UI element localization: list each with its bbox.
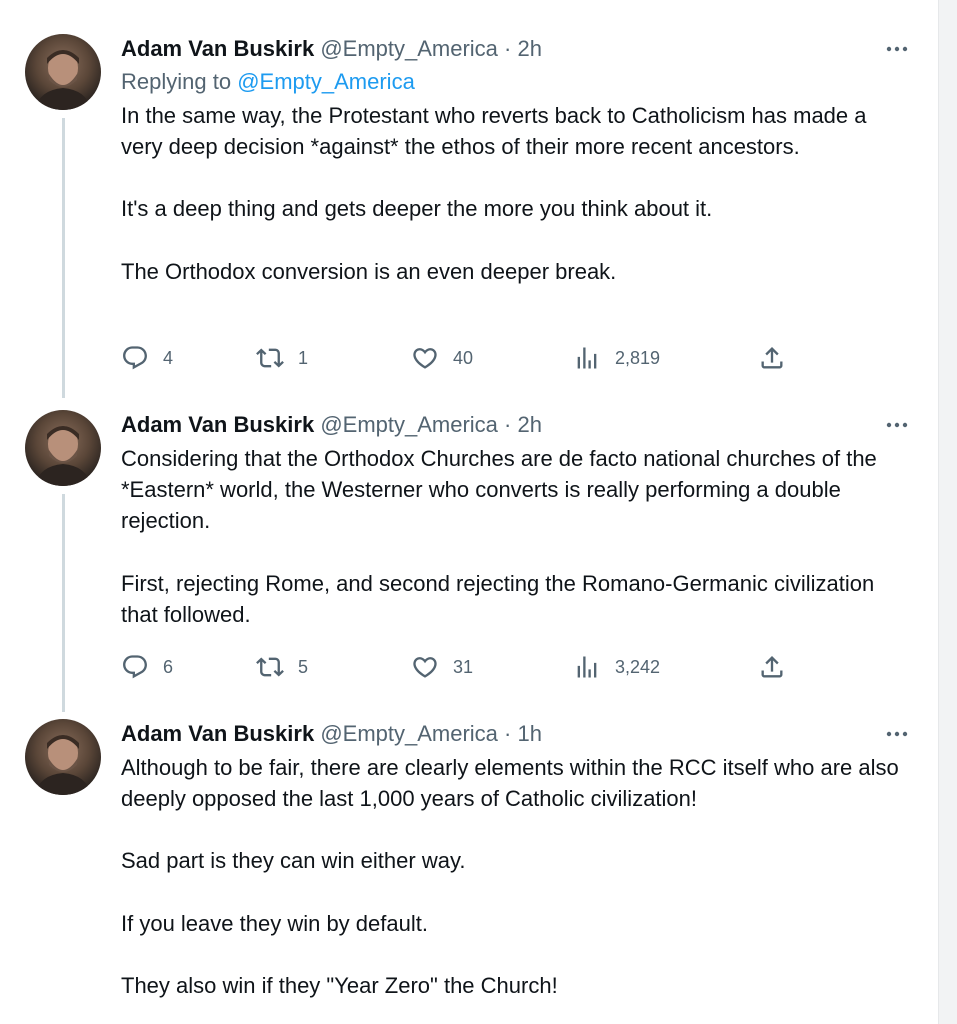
- share-icon: [761, 656, 783, 678]
- tweet-header: Adam Van Buskirk @Empty_America · 1h: [121, 719, 912, 749]
- reply-button[interactable]: 6: [121, 652, 173, 682]
- replying-to-label: Replying to: [121, 69, 232, 94]
- author-handle[interactable]: @Empty_America: [320, 721, 498, 746]
- author-handle[interactable]: @Empty_America: [320, 412, 498, 437]
- tweet-paragraph: Considering that the Orthodox Churches a…: [121, 446, 877, 534]
- tweet[interactable]: Adam Van Buskirk @Empty_America · 1h Alt…: [0, 719, 930, 1019]
- timestamp[interactable]: 1h: [518, 721, 542, 746]
- retweet-button[interactable]: 1: [256, 343, 308, 373]
- retweet-icon: [256, 348, 284, 368]
- more-icon: [886, 46, 908, 52]
- tweet-header: Adam Van Buskirk @Empty_America · 2h: [121, 410, 912, 440]
- reply-button[interactable]: 4: [121, 343, 173, 373]
- like-count: 31: [453, 656, 474, 677]
- views-icon: [577, 656, 597, 678]
- tweet-text: In the same way, the Protestant who reve…: [121, 100, 912, 287]
- more-icon: [886, 422, 908, 428]
- author-name[interactable]: Adam Van Buskirk: [121, 721, 314, 746]
- share-button[interactable]: [758, 652, 786, 682]
- separator-dot: ·: [504, 36, 512, 61]
- views-count: 3,242: [615, 656, 661, 677]
- retweet-count: 5: [298, 656, 309, 677]
- share-button[interactable]: [758, 343, 786, 373]
- tweet[interactable]: Adam Van Buskirk @Empty_America · 2h Con…: [0, 410, 930, 700]
- tweet-paragraph: Although to be fair, there are clearly e…: [121, 755, 899, 812]
- avatar[interactable]: [25, 719, 101, 795]
- retweet-count: 1: [298, 347, 309, 368]
- avatar[interactable]: [25, 34, 101, 110]
- views-button[interactable]: 3,242: [573, 652, 660, 682]
- more-button[interactable]: [882, 412, 912, 438]
- tweet-paragraph: If you leave they win by default.: [121, 910, 428, 936]
- tweet-paragraph: First, rejecting Rome, and second reject…: [121, 570, 875, 627]
- tweet-paragraph: In the same way, the Protestant who reve…: [121, 103, 867, 160]
- separator-dot: ·: [504, 412, 512, 437]
- avatar-image: [35, 426, 91, 486]
- author-name[interactable]: Adam Van Buskirk: [121, 36, 314, 61]
- avatar-image: [35, 735, 91, 795]
- tweet-paragraph: The Orthodox conversion is an even deepe…: [121, 258, 617, 284]
- timestamp[interactable]: 2h: [518, 412, 542, 437]
- reply-count: 4: [163, 347, 174, 368]
- reply-count: 6: [163, 656, 174, 677]
- like-count: 40: [453, 347, 474, 368]
- tweet-paragraph: They also win if they "Year Zero" the Ch…: [121, 972, 558, 998]
- more-button[interactable]: [882, 36, 912, 62]
- tweet-text: Considering that the Orthodox Churches a…: [121, 443, 912, 630]
- tweet-actions: 6 5 31 3,242: [121, 652, 801, 682]
- replying-to: Replying to @Empty_America: [121, 67, 912, 97]
- more-icon: [886, 731, 908, 737]
- avatar[interactable]: [25, 410, 101, 486]
- replying-to-link[interactable]: @Empty_America: [237, 69, 415, 94]
- tweet-actions: 4 1 40 2,819: [121, 343, 801, 373]
- tweet-header: Adam Van Buskirk @Empty_America · 2h: [121, 34, 912, 64]
- separator-dot: ·: [504, 721, 512, 746]
- heart-icon: [413, 348, 437, 369]
- like-button[interactable]: 40: [411, 343, 473, 373]
- reply-icon: [123, 346, 147, 370]
- retweet-button[interactable]: 5: [256, 652, 308, 682]
- like-button[interactable]: 31: [411, 652, 473, 682]
- tweet-paragraph: It's a deep thing and gets deeper the mo…: [121, 196, 713, 222]
- author-name[interactable]: Adam Van Buskirk: [121, 412, 314, 437]
- views-icon: [577, 347, 597, 369]
- avatar-image: [35, 50, 91, 110]
- share-icon: [761, 347, 783, 369]
- page-right-border: [938, 0, 957, 1024]
- heart-icon: [413, 657, 437, 678]
- tweet-text: Although to be fair, there are clearly e…: [121, 752, 912, 1001]
- more-button[interactable]: [882, 721, 912, 747]
- reply-icon: [123, 655, 147, 679]
- retweet-icon: [256, 657, 284, 677]
- views-count: 2,819: [615, 347, 661, 368]
- tweet-paragraph: Sad part is they can win either way.: [121, 848, 466, 874]
- author-handle[interactable]: @Empty_America: [320, 36, 498, 61]
- tweet[interactable]: Adam Van Buskirk @Empty_America · 2h Rep…: [0, 34, 930, 394]
- views-button[interactable]: 2,819: [573, 343, 660, 373]
- timestamp[interactable]: 2h: [518, 36, 542, 61]
